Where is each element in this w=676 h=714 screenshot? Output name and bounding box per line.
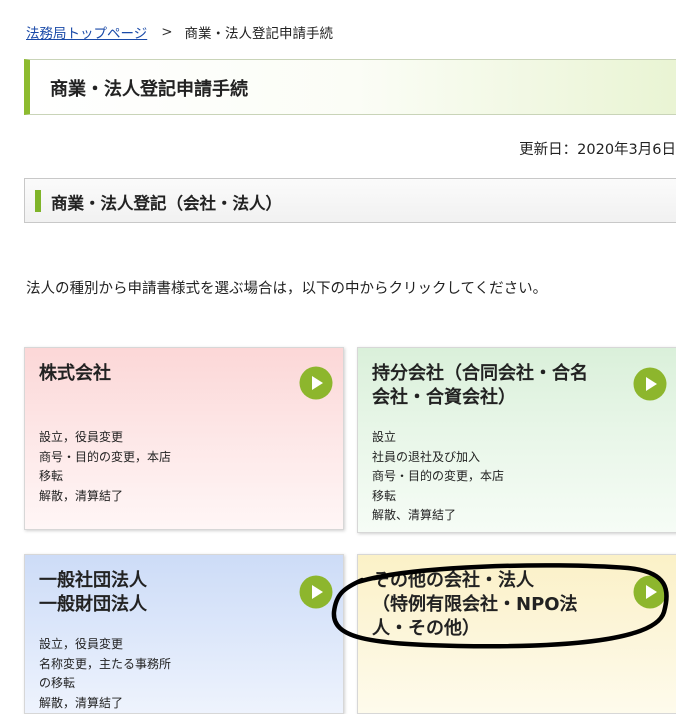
card-body-line: 設立	[372, 430, 397, 444]
card-sonota-hojin[interactable]: その他の会社・法人 （特例有限会社・NPO法 人・その他）	[357, 554, 676, 714]
card-body-line: 移転	[372, 488, 397, 503]
card-title: 持分会社（合同会社・合名 会社・合資会社）	[372, 362, 588, 410]
breadcrumb: 法務局トップページ > 商業・法人登記申請手続	[26, 22, 333, 42]
card-title-line: 一般社団法人	[39, 570, 147, 591]
play-circle-icon[interactable]	[299, 575, 333, 609]
card-title-line: 株式会社	[39, 363, 111, 384]
card-title: 株式会社	[39, 362, 111, 386]
card-title-line: 一般財団法人	[39, 594, 147, 615]
card-body-line: 名称変更，主たる事務所	[39, 656, 172, 671]
play-circle-icon[interactable]	[633, 367, 667, 401]
card-body-line: 解散，清算結了	[39, 695, 124, 710]
card-title: その他の会社・法人 （特例有限会社・NPO法 人・その他）	[372, 569, 578, 641]
card-body: 設立 社員の退社及び加入 商号・目的の変更，本店 移転 解散、清算結了	[372, 428, 504, 526]
intro-text: 法人の種別から申請書様式を選ぶ場合は，以下の中からクリックしてください。	[26, 281, 548, 297]
breadcrumb-home-link[interactable]: 法務局トップページ	[26, 22, 147, 42]
card-body-line: 設立，役員変更	[39, 430, 124, 444]
page-title-box: 商業・法人登記申請手続	[24, 59, 676, 115]
breadcrumb-separator: >	[161, 24, 173, 40]
card-kabushiki-kaisha[interactable]: 株式会社 設立，役員変更 商号・目的の変更，本店 移転 解散，清算結了	[24, 347, 344, 530]
card-ippan-hojin[interactable]: 一般社団法人 一般財団法人 設立，役員変更 名称変更，主たる事務所 の移転 解散…	[24, 554, 344, 714]
card-title-line: 人・その他）	[372, 618, 480, 639]
card-body: 設立，役員変更 商号・目的の変更，本店 移転 解散，清算結了	[39, 428, 171, 506]
play-circle-icon[interactable]	[633, 575, 667, 609]
card-body-line: 設立，役員変更	[39, 637, 124, 651]
card-title-line: （特例有限会社・NPO法	[372, 594, 578, 615]
updated-date: 更新日：2020年3月6日	[519, 142, 676, 158]
card-body-line: 解散，清算結了	[39, 488, 124, 503]
card-title-line: 持分会社（合同会社・合名	[372, 363, 588, 384]
card-body-line: 移転	[39, 469, 64, 483]
section-title: 商業・法人登記（会社・法人）	[51, 194, 282, 213]
card-body: 設立，役員変更 名称変更，主たる事務所 の移転 解散，清算結了	[39, 635, 171, 713]
section-title-box: 商業・法人登記（会社・法人）	[24, 178, 676, 223]
page-title: 商業・法人登記申請手続	[50, 79, 248, 100]
card-body-line: 商号・目的の変更，本店	[39, 449, 172, 464]
section-accent-bar	[35, 190, 41, 212]
card-body-line: 解散、清算結了	[372, 508, 457, 522]
play-circle-icon[interactable]	[299, 366, 333, 400]
card-title-line: その他の会社・法人	[372, 570, 534, 591]
breadcrumb-current: 商業・法人登記申請手続	[184, 26, 334, 42]
card-body-line: の移転	[39, 676, 76, 690]
card-body-line: 商号・目的の変更，本店	[372, 469, 505, 483]
card-title-line: 会社・合資会社）	[372, 387, 516, 408]
card-body-line: 社員の退社及び加入	[372, 449, 481, 464]
card-title: 一般社団法人 一般財団法人	[39, 569, 147, 617]
card-mochibun-kaisha[interactable]: 持分会社（合同会社・合名 会社・合資会社） 設立 社員の退社及び加入 商号・目的…	[357, 347, 676, 533]
